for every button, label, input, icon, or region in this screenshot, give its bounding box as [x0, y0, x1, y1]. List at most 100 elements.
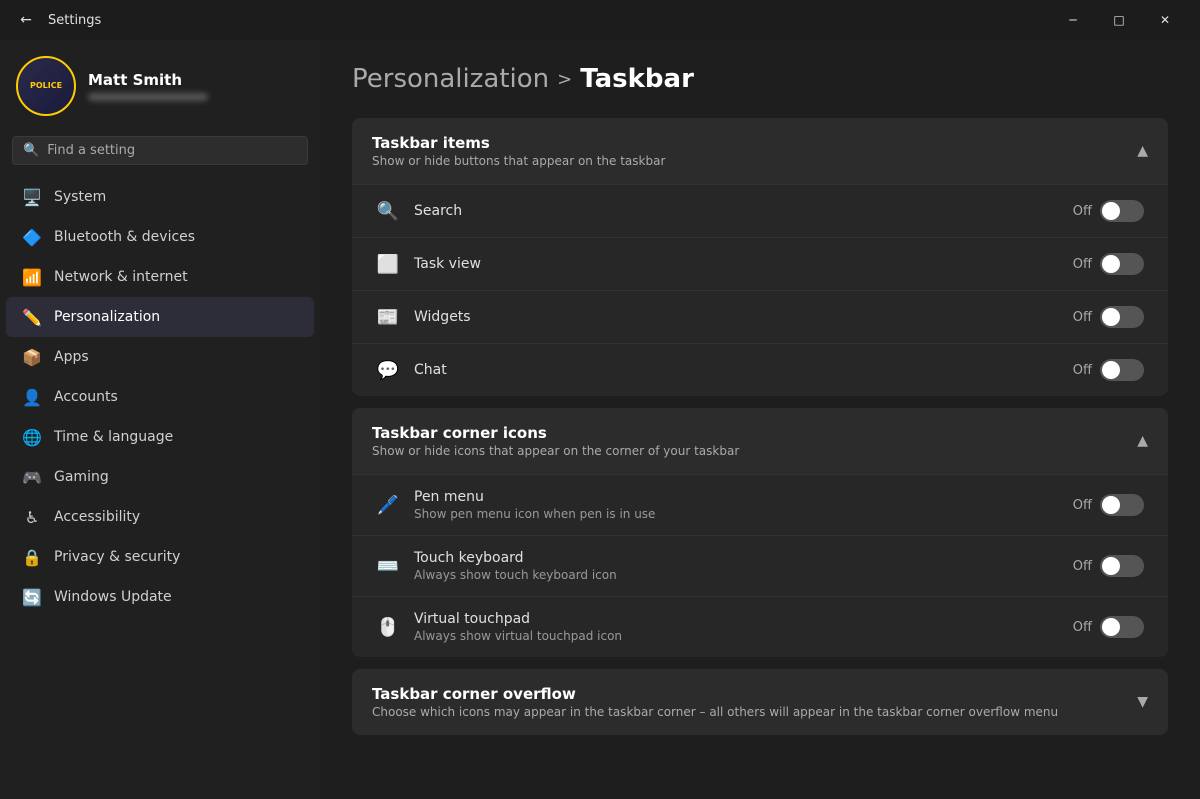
sidebar-item-system[interactable]: 🖥️ System — [6, 177, 314, 217]
accessibility-icon: ♿ — [22, 507, 42, 527]
toggle-touch-keyboard[interactable] — [1100, 555, 1144, 577]
time-icon: 🌐 — [22, 427, 42, 447]
toggle-widgets[interactable] — [1100, 306, 1144, 328]
nav-label-personalization: Personalization — [54, 309, 160, 325]
setting-control-touch-keyboard: Off — [1073, 555, 1144, 577]
setting-row-chat[interactable]: 💬 Chat Off — [352, 343, 1168, 396]
taskview-icon: ⬜ — [376, 252, 400, 276]
widgets-icon: 📰 — [376, 305, 400, 329]
section-header-text-taskbar-corner-overflow: Taskbar corner overflow Choose which ico… — [372, 685, 1058, 719]
section-title-taskbar-items: Taskbar items — [372, 134, 665, 152]
nav-label-network: Network & internet — [54, 269, 188, 285]
nav-label-gaming: Gaming — [54, 469, 109, 485]
toggle-search[interactable] — [1100, 200, 1144, 222]
section-header-taskbar-corner-overflow[interactable]: Taskbar corner overflow Choose which ico… — [352, 669, 1168, 735]
section-chevron-taskbar-corner-icons: ▲ — [1137, 433, 1148, 449]
setting-row-search[interactable]: 🔍 Search Off — [352, 184, 1168, 237]
setting-title-touch-keyboard: Touch keyboard — [414, 550, 1059, 566]
nav-label-bluetooth: Bluetooth & devices — [54, 229, 195, 245]
nav-label-privacy: Privacy & security — [54, 549, 180, 565]
system-icon: 🖥️ — [22, 187, 42, 207]
user-profile[interactable]: POLICE Matt Smith — [0, 40, 320, 128]
breadcrumb-parent[interactable]: Personalization — [352, 64, 549, 94]
sidebar-item-update[interactable]: 🔄 Windows Update — [6, 577, 314, 617]
toggle-taskview[interactable] — [1100, 253, 1144, 275]
toggle-thumb-pen-menu — [1102, 496, 1120, 514]
section-header-text-taskbar-items: Taskbar items Show or hide buttons that … — [372, 134, 665, 168]
toggle-thumb-chat — [1102, 361, 1120, 379]
section-header-taskbar-corner-icons[interactable]: Taskbar corner icons Show or hide icons … — [352, 408, 1168, 474]
setting-control-virtual-touchpad: Off — [1073, 616, 1144, 638]
toggle-thumb-widgets — [1102, 308, 1120, 326]
setting-row-taskview[interactable]: ⬜ Task view Off — [352, 237, 1168, 290]
close-button[interactable]: ✕ — [1142, 0, 1188, 40]
accounts-icon: 👤 — [22, 387, 42, 407]
toggle-chat[interactable] — [1100, 359, 1144, 381]
sidebar-item-time[interactable]: 🌐 Time & language — [6, 417, 314, 457]
sidebar-item-network[interactable]: 📶 Network & internet — [6, 257, 314, 297]
setting-state-widgets: Off — [1073, 310, 1092, 325]
setting-label-taskview: Task view — [414, 256, 1059, 272]
avatar: POLICE — [16, 56, 76, 116]
toggle-pen-menu[interactable] — [1100, 494, 1144, 516]
nav-label-accessibility: Accessibility — [54, 509, 140, 525]
bluetooth-icon: 🔷 — [22, 227, 42, 247]
setting-label-virtual-touchpad: Virtual touchpad Always show virtual tou… — [414, 611, 1059, 643]
back-icon: ← — [20, 12, 32, 28]
setting-sub-virtual-touchpad: Always show virtual touchpad icon — [414, 629, 1059, 643]
section-title-taskbar-corner-icons: Taskbar corner icons — [372, 424, 739, 442]
nav-label-apps: Apps — [54, 349, 89, 365]
section-header-text-taskbar-corner-icons: Taskbar corner icons Show or hide icons … — [372, 424, 739, 458]
setting-control-chat: Off — [1073, 359, 1144, 381]
search-box[interactable]: 🔍 Find a setting — [12, 136, 308, 165]
sections-list: Taskbar items Show or hide buttons that … — [352, 118, 1168, 735]
breadcrumb-separator: > — [557, 69, 572, 90]
titlebar: ← Settings ─ □ ✕ — [0, 0, 1200, 40]
section-header-taskbar-items[interactable]: Taskbar items Show or hide buttons that … — [352, 118, 1168, 184]
setting-row-pen-menu[interactable]: 🖊️ Pen menu Show pen menu icon when pen … — [352, 474, 1168, 535]
sidebar-item-accessibility[interactable]: ♿ Accessibility — [6, 497, 314, 537]
app-body: POLICE Matt Smith 🔍 Find a setting 🖥️ Sy… — [0, 40, 1200, 799]
user-name: Matt Smith — [88, 71, 304, 89]
sidebar-item-personalization[interactable]: ✏️ Personalization — [6, 297, 314, 337]
chat-icon: 💬 — [376, 358, 400, 382]
sidebar-item-accounts[interactable]: 👤 Accounts — [6, 377, 314, 417]
setting-control-search: Off — [1073, 200, 1144, 222]
setting-title-widgets: Widgets — [414, 309, 1059, 325]
nav-list: 🖥️ System 🔷 Bluetooth & devices 📶 Networ… — [0, 177, 320, 617]
main-content: Personalization > Taskbar Taskbar items … — [320, 40, 1200, 799]
section-chevron-taskbar-items: ▲ — [1137, 143, 1148, 159]
user-info: Matt Smith — [88, 71, 304, 101]
setting-title-chat: Chat — [414, 362, 1059, 378]
section-subtitle-taskbar-items: Show or hide buttons that appear on the … — [372, 154, 665, 168]
setting-label-pen-menu: Pen menu Show pen menu icon when pen is … — [414, 489, 1059, 521]
section-title-taskbar-corner-overflow: Taskbar corner overflow — [372, 685, 1058, 703]
setting-label-widgets: Widgets — [414, 309, 1059, 325]
setting-state-search: Off — [1073, 204, 1092, 219]
maximize-icon: □ — [1113, 13, 1124, 27]
sidebar-item-bluetooth[interactable]: 🔷 Bluetooth & devices — [6, 217, 314, 257]
back-button[interactable]: ← — [12, 6, 40, 34]
toggle-virtual-touchpad[interactable] — [1100, 616, 1144, 638]
setting-row-touch-keyboard[interactable]: ⌨️ Touch keyboard Always show touch keyb… — [352, 535, 1168, 596]
network-icon: 📶 — [22, 267, 42, 287]
sidebar-item-privacy[interactable]: 🔒 Privacy & security — [6, 537, 314, 577]
section-chevron-taskbar-corner-overflow: ▼ — [1137, 694, 1148, 710]
maximize-button[interactable]: □ — [1096, 0, 1142, 40]
nav-label-update: Windows Update — [54, 589, 172, 605]
setting-control-widgets: Off — [1073, 306, 1144, 328]
setting-state-virtual-touchpad: Off — [1073, 620, 1092, 635]
setting-state-taskview: Off — [1073, 257, 1092, 272]
sidebar-item-gaming[interactable]: 🎮 Gaming — [6, 457, 314, 497]
minimize-button[interactable]: ─ — [1050, 0, 1096, 40]
setting-state-chat: Off — [1073, 363, 1092, 378]
nav-label-time: Time & language — [54, 429, 173, 445]
search-input[interactable]: Find a setting — [47, 143, 297, 158]
setting-row-widgets[interactable]: 📰 Widgets Off — [352, 290, 1168, 343]
toggle-thumb-search — [1102, 202, 1120, 220]
search-icon: 🔍 — [23, 143, 39, 158]
sidebar-item-apps[interactable]: 📦 Apps — [6, 337, 314, 377]
setting-title-virtual-touchpad: Virtual touchpad — [414, 611, 1059, 627]
setting-row-virtual-touchpad[interactable]: 🖱️ Virtual touchpad Always show virtual … — [352, 596, 1168, 657]
app-title: Settings — [48, 13, 1050, 28]
